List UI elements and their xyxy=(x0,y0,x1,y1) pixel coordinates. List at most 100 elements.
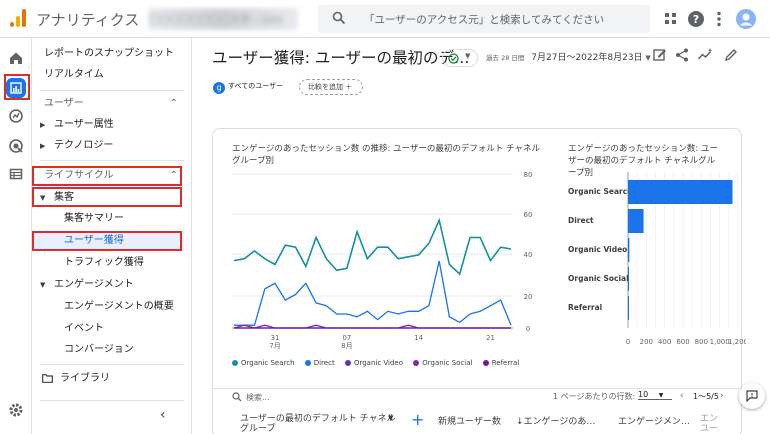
legend-label: Organic Social xyxy=(422,359,473,367)
bar-category-label: Direct xyxy=(568,216,594,225)
bar-direct[interactable] xyxy=(628,209,644,233)
add-comparison-button[interactable]: 比較を追加 ＋ xyxy=(299,79,363,95)
date-range-picker[interactable]: 過去 28 日間 7月27日～2022年8月23日 ▼ xyxy=(486,50,651,63)
bar-category-label: Organic Video xyxy=(568,245,627,254)
bar-category-label: Organic Search xyxy=(568,187,633,196)
bar-chart[interactable]: Organic Search Direct Organic Video Organic… xyxy=(566,166,746,356)
nav-engagement[interactable]: ▼ エンゲージメント xyxy=(40,275,192,295)
collapse-nav-button[interactable]: ‹ xyxy=(160,407,166,423)
y-tick-label: 40 xyxy=(524,251,533,259)
segment-icon: g xyxy=(213,82,225,94)
nav-user-attributes-label: ユーザー属性 xyxy=(54,119,114,130)
bar-organic-video[interactable] xyxy=(628,238,630,262)
nav-acquisition-overview[interactable]: 集客サマリー xyxy=(64,209,180,229)
legend-label: Direct xyxy=(313,359,335,367)
x-tick-label: 31 xyxy=(271,334,280,342)
feedback-icon xyxy=(746,390,758,402)
advertising-icon[interactable] xyxy=(6,136,26,156)
account-avatar[interactable] xyxy=(736,9,756,29)
divider xyxy=(40,90,184,91)
app-title[interactable]: アナリティクス xyxy=(36,9,139,30)
x-tick-label: 0 xyxy=(626,338,630,346)
prev-page-button[interactable]: ‹ xyxy=(680,391,684,401)
divider xyxy=(40,364,184,365)
bar-category-label: Referral xyxy=(568,303,602,312)
legend-referral[interactable]: Referral xyxy=(482,359,520,367)
search-icon xyxy=(332,11,346,25)
customize-report-icon[interactable] xyxy=(652,47,668,63)
share-icon[interactable] xyxy=(674,47,690,63)
legend-label: Referral xyxy=(491,359,520,367)
nav-user-attributes[interactable]: ▶ ユーザー属性 xyxy=(40,115,192,135)
feedback-button[interactable] xyxy=(739,383,765,409)
y-tick-label: 0 xyxy=(526,325,530,333)
next-page-button[interactable]: › xyxy=(720,391,724,401)
line-chart[interactable]: 80 60 40 20 0 317月 078月 14 21 xyxy=(228,166,538,356)
home-icon[interactable] xyxy=(6,48,26,68)
help-icon[interactable]: ? xyxy=(687,10,705,28)
status-dropdown[interactable]: ▼ xyxy=(442,49,478,67)
search-box[interactable]: 「ユーザーのアクセス元」と検索してみてください xyxy=(318,5,650,33)
filter-chip-label: すべてのユーザー xyxy=(228,82,284,90)
col-header-dimension[interactable]: ユーザーの最初のデフォルト チャネル グループ xyxy=(240,414,396,434)
x-tick-label: 8月 xyxy=(341,342,352,350)
legend-organic-video[interactable]: Organic Video xyxy=(344,359,403,367)
nav-events[interactable]: イベント xyxy=(64,319,180,339)
col-header-more[interactable]: エン ユー xyxy=(700,414,718,434)
nav-traffic-acquisition[interactable]: トラフィック獲得 xyxy=(64,253,180,273)
divider xyxy=(40,400,184,401)
nav-snapshot[interactable]: レポートのスナップショット xyxy=(44,44,196,64)
series-line-organic-search[interactable] xyxy=(233,217,512,276)
x-tick-label: 14 xyxy=(414,334,423,342)
filter-chip-all-users[interactable]: g すべてのユーザー xyxy=(212,79,294,95)
y-tick-label: 80 xyxy=(524,171,533,179)
settings-icon[interactable] xyxy=(6,400,26,420)
bar-organic-search[interactable] xyxy=(628,180,733,204)
caret-down-icon[interactable]: ▼ xyxy=(388,414,393,422)
account-name: 〇〇〇〇〇〇〇〇大学 – GA4 xyxy=(150,15,283,26)
legend-organic-search[interactable]: Organic Search xyxy=(232,359,295,367)
nav-technology[interactable]: ▶ テクノロジー xyxy=(40,136,192,156)
rows-per-page-select[interactable]: 10 ▼ xyxy=(638,390,672,400)
more-vert-icon[interactable] xyxy=(710,10,728,28)
table-search-input[interactable]: 検索... xyxy=(246,392,270,403)
highlight-user-acquisition xyxy=(32,231,182,251)
legend-direct[interactable]: Direct xyxy=(304,359,335,367)
page-title: ユーザー獲得: ユーザーの最初のデ… xyxy=(212,49,470,67)
folder-icon xyxy=(42,374,53,383)
edit-icon[interactable] xyxy=(723,47,739,63)
col-header-new-users[interactable]: 新規ユーザー数 xyxy=(438,414,501,427)
configure-icon[interactable] xyxy=(6,164,26,184)
top-bar: アナリティクス 〇〇〇〇〇〇〇〇大学 – GA4 「ユーザーのアクセス元」と検索… xyxy=(0,0,770,38)
chart-legend: Organic Search Direct Organic Video Orga… xyxy=(232,359,527,367)
caret-down-icon: ▼ xyxy=(465,52,471,60)
caret-down-icon: ▼ xyxy=(658,392,664,399)
legend-organic-social[interactable]: Organic Social xyxy=(413,359,472,367)
check-circle-icon xyxy=(448,53,459,64)
nav-realtime[interactable]: リアルタイム xyxy=(44,65,196,85)
bar-referral[interactable] xyxy=(628,296,629,320)
col-header-engagement-rate[interactable]: エンゲージメン… xyxy=(618,414,690,427)
line-chart-title: エンゲージのあったセッション数 の推移: ユーザーの最初のデフォルト チャネルグ… xyxy=(232,144,541,166)
nav-library[interactable]: ライブラリ xyxy=(42,369,194,389)
highlight-reports xyxy=(4,74,30,100)
x-tick-label: 7月 xyxy=(269,342,280,350)
analytics-logo-icon[interactable] xyxy=(10,9,26,27)
caret-right-icon: ▶ xyxy=(40,142,46,150)
apps-icon[interactable] xyxy=(662,10,680,28)
search-placeholder: 「ユーザーのアクセス元」と検索してみてください xyxy=(364,14,605,26)
divider xyxy=(40,160,184,161)
col-header-engaged-sessions[interactable]: ↓エンゲージのあ… xyxy=(516,414,595,427)
bar-organic-social[interactable] xyxy=(628,267,629,291)
series-line-direct[interactable] xyxy=(234,260,512,326)
highlight-lifecycle xyxy=(32,166,182,186)
insights-icon[interactable] xyxy=(697,47,713,63)
x-tick-label: 400 xyxy=(658,338,671,346)
y-tick-label: 20 xyxy=(524,293,533,301)
nav-conversions[interactable]: コンバージョン xyxy=(64,340,180,360)
date-range: 7月27日～2022年8月23日 xyxy=(531,53,643,63)
nav-section-user[interactable]: ユーザー ⌃ xyxy=(44,94,186,114)
explore-icon[interactable] xyxy=(6,106,26,126)
add-dimension-button[interactable]: + xyxy=(411,410,424,429)
nav-engagement-overview[interactable]: エンゲージメントの概要 xyxy=(64,297,180,317)
